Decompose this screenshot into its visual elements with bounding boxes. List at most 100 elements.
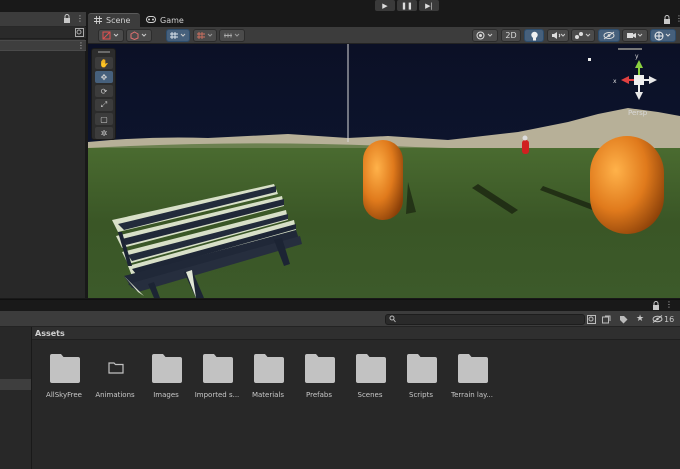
tab-scene[interactable]: Scene <box>88 13 140 27</box>
row-menu-icon[interactable]: ⋮ <box>77 41 85 50</box>
hidden-packages-toggle[interactable] <box>652 315 663 325</box>
panel-menu-icon[interactable]: ⋮ <box>665 300 673 309</box>
empty-folder-icon <box>101 352 131 384</box>
asset-folder-item[interactable]: Terrain lay... <box>446 352 498 407</box>
persp-label[interactable]: Persp <box>628 109 648 117</box>
draw-mode-dropdown[interactable] <box>98 29 124 42</box>
2d-toggle[interactable]: 2D <box>501 29 521 42</box>
asset-folder-label: Images <box>153 391 179 399</box>
gizmos-dropdown[interactable] <box>650 29 676 42</box>
asset-folder-item[interactable]: Scripts <box>395 352 447 407</box>
move-tool[interactable]: ✥ <box>95 71 113 83</box>
asset-folder-item[interactable]: Animations <box>89 352 141 407</box>
tool-palette: ✋ ✥ ⟳ ⤢ ▢ ✲ <box>91 48 116 140</box>
scale-icon: ⤢ <box>100 100 108 109</box>
hand-icon: ✋ <box>99 58 109 68</box>
step-icon: ▶| <box>425 1 433 10</box>
panel-menu-icon[interactable]: ⋮ <box>675 14 680 23</box>
svg-text:y: y <box>635 53 639 60</box>
folder-tree-selected-row[interactable] <box>0 379 31 390</box>
hidden-eye-icon <box>652 315 663 323</box>
project-tab-bar: ⋮ <box>0 299 680 311</box>
gizmo-globe-icon <box>654 31 671 40</box>
project-folder-tree <box>0 327 32 469</box>
speaker-icon <box>552 32 565 39</box>
tab-game[interactable]: Game <box>140 13 188 27</box>
shading-dropdown[interactable] <box>126 29 152 42</box>
folder-icon <box>254 352 284 384</box>
tab-game-label: Game <box>160 15 184 25</box>
favorite-star-icon[interactable]: ★ <box>636 314 644 324</box>
capsule-object <box>363 140 403 220</box>
palette-handle[interactable] <box>98 51 110 53</box>
asset-folder-label: Imported s... <box>194 391 240 399</box>
lock-icon[interactable] <box>63 14 71 25</box>
snap-increment-dropdown[interactable] <box>193 29 217 42</box>
hidden-eye-icon <box>603 31 615 40</box>
pause-icon: ❚❚ <box>401 1 413 10</box>
scene-tab-bar: Scene Game ⋮ <box>88 12 680 27</box>
project-search-input[interactable] <box>385 314 585 325</box>
asset-folder-label: Scenes <box>357 391 383 399</box>
rotate-icon: ⟳ <box>100 86 108 96</box>
folder-icon <box>356 352 386 384</box>
scene-toolbar: 2D <box>88 27 680 44</box>
hierarchy-panel: ⋮ ⋮ <box>0 12 86 298</box>
rect-tool[interactable]: ▢ <box>95 113 113 125</box>
grid-snap-icon <box>170 32 186 39</box>
cube-icon <box>130 31 147 40</box>
hand-tool[interactable]: ✋ <box>95 57 113 69</box>
play-toolbar: ▶ ❚❚ ▶| <box>0 0 680 12</box>
camera-settings-dropdown[interactable] <box>622 29 648 42</box>
lock-icon[interactable] <box>663 15 671 26</box>
hidden-count: 16 <box>664 315 675 324</box>
play-icon: ▶ <box>382 1 388 10</box>
step-button[interactable]: ▶| <box>419 0 439 11</box>
capsule-object-large <box>590 136 664 234</box>
gizmo-handle <box>618 48 642 50</box>
grid-snap-toggle[interactable] <box>166 29 190 42</box>
folder-icon <box>152 352 182 384</box>
asset-folder-item[interactable]: Prefabs <box>293 352 345 407</box>
global-local-dropdown[interactable] <box>472 29 498 42</box>
asset-folder-label: AllSkyFree <box>46 391 82 399</box>
breadcrumb[interactable]: Assets <box>32 327 680 340</box>
asset-folder-label: Animations <box>95 391 135 399</box>
panel-menu-icon[interactable]: ⋮ <box>76 14 84 23</box>
hierarchy-search-input[interactable] <box>0 27 86 39</box>
audio-toggle[interactable] <box>547 29 569 42</box>
svg-text:x: x <box>613 78 617 85</box>
label-tag-icon[interactable] <box>619 315 628 326</box>
scene-viewport[interactable]: x y Persp <box>88 44 680 298</box>
camera-icon <box>627 33 643 38</box>
asset-folder-item[interactable]: AllSkyFree <box>38 352 90 407</box>
asset-folder-label: Scripts <box>409 391 433 399</box>
pause-button[interactable]: ❚❚ <box>397 0 417 11</box>
lighting-toggle[interactable] <box>524 29 544 42</box>
asset-folder-item[interactable]: Imported s... <box>191 352 243 407</box>
search-settings-icon[interactable] <box>75 28 84 39</box>
folder-icon <box>407 352 437 384</box>
asset-folder-item[interactable]: Scenes <box>344 352 396 407</box>
hierarchy-scene-row[interactable]: ⋮ <box>0 40 86 51</box>
move-icon: ✥ <box>100 72 108 82</box>
hierarchy-header: ⋮ <box>0 12 86 26</box>
effects-dropdown[interactable] <box>571 29 595 42</box>
orbit-icon <box>476 31 493 40</box>
lightbulb-icon <box>530 31 538 40</box>
tab-scene-label: Scene <box>106 16 131 25</box>
asset-folder-label: Terrain lay... <box>451 391 493 399</box>
rotate-tool[interactable]: ⟳ <box>95 85 113 97</box>
asset-folder-item[interactable]: Materials <box>242 352 294 407</box>
asset-folder-item[interactable]: Images <box>140 352 192 407</box>
scene-visibility-toggle[interactable] <box>598 29 620 42</box>
snap-grid-icon <box>197 32 213 39</box>
increment-snap-dropdown[interactable] <box>219 29 245 42</box>
scale-tool[interactable]: ⤢ <box>95 99 113 111</box>
folder-icon <box>458 352 488 384</box>
transform-tool[interactable]: ✲ <box>95 127 113 139</box>
filter-type-icon[interactable] <box>602 315 611 326</box>
search-by-type-icon[interactable] <box>587 315 596 326</box>
play-button[interactable]: ▶ <box>375 0 395 11</box>
effects-icon <box>575 32 591 39</box>
